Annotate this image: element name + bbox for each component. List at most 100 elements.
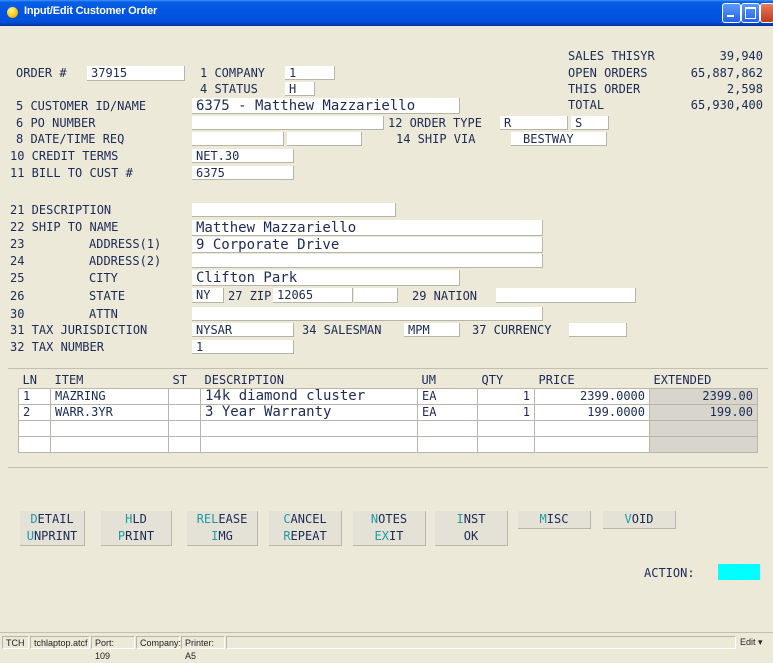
cell-um[interactable]	[417, 420, 478, 437]
table-row[interactable]	[18, 420, 758, 437]
status-field[interactable]: H	[285, 82, 315, 96]
cell-extended	[649, 436, 758, 453]
status-file: tchlaptop.atcf	[30, 636, 90, 649]
table-row[interactable]	[18, 436, 758, 453]
notes-label: OTES	[378, 512, 408, 526]
state-field[interactable]: NY	[192, 288, 224, 303]
state-label: STATE	[89, 289, 126, 303]
customer-field[interactable]: 6375 - Matthew Mazzariello	[192, 98, 460, 114]
cell-price[interactable]: 199.0000	[534, 404, 650, 421]
ship-via-field[interactable]: BESTWAY	[511, 132, 607, 146]
cell-um[interactable]: EA	[417, 404, 478, 421]
bill-to-field[interactable]: 6375	[192, 166, 294, 180]
cell-ln[interactable]	[18, 436, 51, 453]
date-field[interactable]	[192, 132, 284, 146]
status-edit-menu[interactable]: Edit ▾	[737, 636, 771, 649]
img-label: MG	[218, 529, 233, 543]
print-button[interactable]: PRINT	[101, 528, 172, 546]
city-field[interactable]: Clifton Park	[192, 270, 460, 286]
company-field[interactable]: 1	[285, 66, 335, 80]
cell-price[interactable]: 2399.0000	[534, 388, 650, 405]
table-row[interactable]: 1 MAZRING 14k diamond cluster EA 1 2399.…	[18, 388, 758, 405]
order-type-field-2[interactable]: S	[571, 116, 609, 130]
salesman-field[interactable]: MPM	[404, 323, 460, 337]
void-button[interactable]: VOID	[603, 511, 676, 529]
order-number-label: ORDER #	[16, 66, 67, 80]
tax-number-field[interactable]: 1	[192, 340, 294, 354]
attn-field[interactable]	[192, 307, 543, 321]
minimize-button[interactable]	[722, 3, 741, 23]
cell-st[interactable]	[168, 420, 201, 437]
col-um: UM	[421, 373, 436, 387]
status-bar: TCH tchlaptop.atcf Port: 109 Company: Pr…	[0, 632, 773, 661]
inst-button[interactable]: INST	[435, 511, 508, 529]
cancel-label: ANCEL	[290, 512, 327, 526]
total-label: TOTAL	[568, 98, 605, 112]
cell-qty[interactable]	[477, 436, 535, 453]
exit-button[interactable]: EXIT	[353, 528, 426, 546]
tax-jurisdiction-field[interactable]: NYSAR	[192, 323, 294, 337]
cell-price[interactable]	[534, 420, 650, 437]
cell-st[interactable]	[168, 436, 201, 453]
cell-qty[interactable]: 1	[477, 404, 535, 421]
cell-item[interactable]	[50, 420, 169, 437]
cell-ln[interactable]: 1	[18, 388, 51, 405]
ok-button[interactable]: OK	[435, 528, 508, 546]
po-number-field[interactable]	[192, 116, 384, 130]
cell-item[interactable]: MAZRING	[50, 388, 169, 405]
notes-button[interactable]: NOTES	[353, 511, 426, 529]
description-field[interactable]	[192, 203, 396, 217]
status-port: Port: 109	[91, 636, 135, 661]
bill-to-label: 11 BILL TO CUST #	[10, 166, 133, 180]
inst-label: NST	[463, 512, 486, 526]
zip-ext-field[interactable]	[354, 288, 398, 303]
cell-price[interactable]	[534, 436, 650, 453]
cell-description[interactable]: 14k diamond cluster	[200, 388, 418, 405]
line-items-grid[interactable]: LN ITEM ST DESCRIPTION UM QTY PRICE EXTE…	[18, 373, 758, 453]
void-label: OID	[631, 512, 654, 526]
sales-thisyr-label: SALES THISYR	[568, 49, 655, 63]
cell-st[interactable]	[168, 388, 201, 405]
address1-label: ADDRESS(1)	[89, 237, 162, 251]
maximize-button[interactable]	[741, 3, 760, 23]
img-button[interactable]: IMG	[187, 528, 258, 546]
credit-terms-field[interactable]: NET.30	[192, 149, 294, 163]
address2-field[interactable]	[192, 254, 543, 268]
order-number-field[interactable]: 37915	[87, 66, 185, 81]
detail-button[interactable]: DETAIL	[20, 511, 85, 529]
currency-field[interactable]	[569, 323, 627, 337]
tax-number-label: 32 TAX NUMBER	[10, 340, 104, 354]
order-type-field[interactable]: R	[500, 116, 568, 130]
unprint-button[interactable]: UNPRINT	[20, 528, 85, 546]
window-title: Input/Edit Customer Order	[24, 5, 158, 17]
cancel-button[interactable]: CANCEL	[269, 511, 342, 529]
cell-ln[interactable]: 2	[18, 404, 51, 421]
cell-qty[interactable]	[477, 420, 535, 437]
total-value: 65,930,400	[690, 98, 763, 112]
address1-field[interactable]: 9 Corporate Drive	[192, 237, 543, 253]
hold-button[interactable]: HLD	[101, 511, 172, 529]
zip-field[interactable]: 12065	[273, 288, 353, 303]
exit-label: IT	[389, 529, 404, 543]
cell-description[interactable]	[200, 436, 418, 453]
misc-button[interactable]: MISC	[518, 511, 591, 529]
cell-item[interactable]: WARR.3YR	[50, 404, 169, 421]
cell-st[interactable]	[168, 404, 201, 421]
nation-field[interactable]	[496, 288, 636, 303]
cell-qty[interactable]: 1	[477, 388, 535, 405]
repeat-button[interactable]: REPEAT	[269, 528, 342, 546]
cell-ln[interactable]	[18, 420, 51, 437]
cell-description[interactable]	[200, 420, 418, 437]
status-company: Company:	[136, 636, 181, 649]
cell-um[interactable]	[417, 436, 478, 453]
cell-um[interactable]: EA	[417, 388, 478, 405]
table-row[interactable]: 2 WARR.3YR 3 Year Warranty EA 1 199.0000…	[18, 404, 758, 421]
release-button[interactable]: RELEASE	[187, 511, 258, 529]
close-button[interactable]	[760, 3, 773, 23]
time-field[interactable]	[287, 132, 362, 146]
action-input[interactable]	[718, 564, 760, 580]
ship-to-name-field[interactable]: Matthew Mazzariello	[192, 220, 543, 236]
cell-description[interactable]: 3 Year Warranty	[200, 404, 418, 421]
cell-item[interactable]	[50, 436, 169, 453]
title-bar[interactable]: Input/Edit Customer Order	[0, 0, 773, 26]
